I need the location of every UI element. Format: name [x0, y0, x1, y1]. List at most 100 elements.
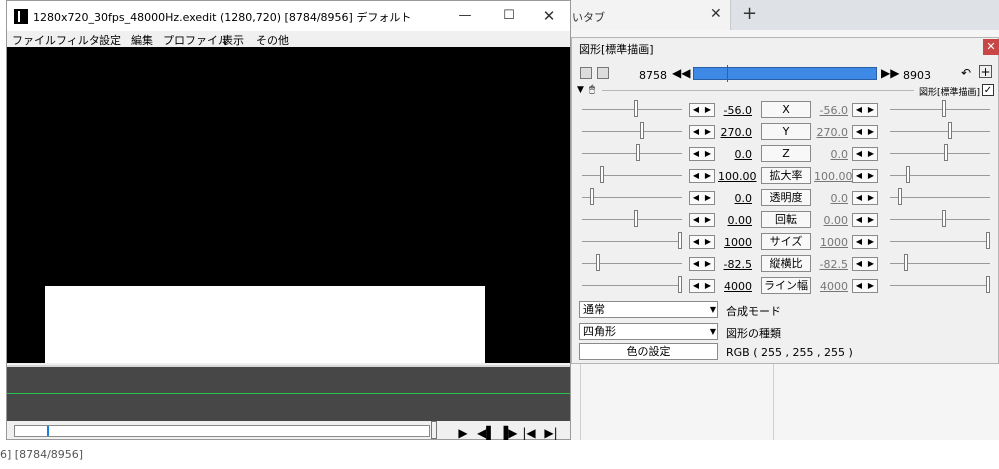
- start-slider-knob[interactable]: [600, 166, 604, 183]
- end-slider-track[interactable]: [890, 285, 990, 286]
- start-slider-knob[interactable]: [636, 144, 640, 161]
- start-slider-knob[interactable]: [634, 210, 638, 227]
- add-filter-button[interactable]: +: [979, 65, 992, 78]
- play-icon[interactable]: ▶: [455, 425, 471, 441]
- decrement-icon[interactable]: ◀: [690, 192, 702, 204]
- blend-mode-select[interactable]: 通常 ▼: [579, 301, 718, 318]
- param-button[interactable]: サイズ: [761, 233, 811, 250]
- start-value[interactable]: 0.0: [718, 148, 753, 161]
- end-slider-knob[interactable]: [944, 144, 948, 161]
- decrement-icon[interactable]: ◀: [690, 170, 702, 182]
- menu-other[interactable]: その他: [256, 32, 289, 48]
- decrement-icon[interactable]: ◀: [853, 214, 865, 226]
- seek-bar[interactable]: [14, 425, 430, 437]
- increment-icon[interactable]: ▶: [865, 104, 877, 116]
- param-button[interactable]: 縦横比: [761, 255, 811, 272]
- end-stepper[interactable]: ◀ ▶: [852, 235, 878, 249]
- start-value[interactable]: 1000: [718, 236, 752, 249]
- increment-icon[interactable]: ▶: [865, 214, 877, 226]
- increment-icon[interactable]: ▶: [865, 126, 877, 138]
- maximize-icon[interactable]: ☐: [489, 4, 529, 28]
- object-enable-checkbox[interactable]: ✓: [982, 84, 994, 96]
- start-stepper[interactable]: ◀ ▶: [689, 235, 715, 249]
- go-end-icon[interactable]: ▶|: [543, 425, 559, 441]
- decrement-icon[interactable]: ◀: [690, 258, 702, 270]
- end-stepper[interactable]: ◀ ▶: [852, 103, 878, 117]
- decrement-icon[interactable]: ◀: [853, 148, 865, 160]
- start-value[interactable]: 270.0: [718, 126, 753, 139]
- start-value[interactable]: 0.00: [718, 214, 753, 227]
- increment-icon[interactable]: ▶: [702, 214, 714, 226]
- start-stepper[interactable]: ◀ ▶: [689, 279, 715, 293]
- end-stepper[interactable]: ◀ ▶: [852, 125, 878, 139]
- start-slider-knob[interactable]: [596, 254, 600, 271]
- start-stepper[interactable]: ◀ ▶: [689, 213, 715, 227]
- param-button[interactable]: X: [761, 101, 811, 118]
- param-button[interactable]: 回転: [761, 211, 811, 228]
- end-slider-track[interactable]: [890, 241, 990, 242]
- panel-close-icon[interactable]: ✕: [983, 39, 999, 55]
- decrement-icon[interactable]: ◀: [690, 126, 702, 138]
- increment-icon[interactable]: ▶: [702, 148, 714, 160]
- start-slider-track[interactable]: [582, 109, 682, 110]
- start-stepper[interactable]: ◀ ▶: [689, 169, 715, 183]
- menu-view[interactable]: 表示: [222, 32, 244, 48]
- end-stepper[interactable]: ◀ ▶: [852, 147, 878, 161]
- start-value[interactable]: 4000: [718, 280, 752, 293]
- start-slider-track[interactable]: [582, 197, 682, 198]
- increment-icon[interactable]: ▶: [865, 236, 877, 248]
- color-settings-button[interactable]: 色の設定: [579, 343, 718, 360]
- end-slider-knob[interactable]: [898, 188, 902, 205]
- background-tab-close-icon[interactable]: ✕: [710, 6, 722, 22]
- shape-type-select[interactable]: 四角形 ▼: [579, 323, 718, 340]
- end-slider-track[interactable]: [890, 197, 990, 198]
- start-slider-knob[interactable]: [590, 188, 594, 205]
- increment-icon[interactable]: ▶: [702, 126, 714, 138]
- jump-end-icon[interactable]: ▶▶: [881, 66, 899, 80]
- start-slider-knob[interactable]: [640, 122, 644, 139]
- decrement-icon[interactable]: ◀: [690, 236, 702, 248]
- param-button[interactable]: 拡大率: [761, 167, 811, 184]
- increment-icon[interactable]: ▶: [865, 192, 877, 204]
- end-value[interactable]: -82.5: [814, 258, 848, 271]
- end-slider-knob[interactable]: [906, 166, 910, 183]
- increment-icon[interactable]: ▶: [702, 280, 714, 292]
- decrement-icon[interactable]: ◀: [853, 104, 865, 116]
- undo-icon[interactable]: ↶: [961, 66, 971, 80]
- end-slider-track[interactable]: [890, 109, 990, 110]
- end-stepper[interactable]: ◀ ▶: [852, 191, 878, 205]
- start-slider-knob[interactable]: [678, 276, 682, 293]
- start-stepper[interactable]: ◀ ▶: [689, 147, 715, 161]
- end-stepper[interactable]: ◀ ▶: [852, 169, 878, 183]
- decrement-icon[interactable]: ◀: [690, 280, 702, 292]
- end-value[interactable]: -56.0: [814, 104, 848, 117]
- close-icon[interactable]: ✕: [529, 4, 569, 28]
- end-slider-knob[interactable]: [942, 210, 946, 227]
- end-value[interactable]: 0.0: [814, 192, 849, 205]
- decrement-icon[interactable]: ◀: [853, 170, 865, 182]
- end-stepper[interactable]: ◀ ▶: [852, 257, 878, 271]
- end-value[interactable]: 0.0: [814, 148, 849, 161]
- end-stepper[interactable]: ◀ ▶: [852, 279, 878, 293]
- menu-settings[interactable]: 設定: [99, 32, 121, 48]
- start-stepper[interactable]: ◀ ▶: [689, 103, 715, 117]
- start-slider-track[interactable]: [582, 175, 682, 176]
- end-slider-knob[interactable]: [986, 232, 990, 249]
- end-value[interactable]: 100.00: [814, 170, 853, 183]
- mouse-icon[interactable]: 🖱: [589, 84, 595, 95]
- increment-icon[interactable]: ▶: [865, 148, 877, 160]
- decrement-icon[interactable]: ◀: [853, 126, 865, 138]
- increment-icon[interactable]: ▶: [702, 258, 714, 270]
- end-stepper[interactable]: ◀ ▶: [852, 213, 878, 227]
- title-bar[interactable]: 1280x720_30fps_48000Hz.exedit (1280,720)…: [7, 1, 570, 31]
- menu-edit[interactable]: 編集: [131, 32, 153, 48]
- start-slider-knob[interactable]: [634, 100, 638, 117]
- increment-icon[interactable]: ▶: [702, 170, 714, 182]
- menu-profile[interactable]: プロファイル: [163, 32, 229, 48]
- next-frame-icon[interactable]: ▐▶: [499, 425, 517, 441]
- end-value[interactable]: 4000: [814, 280, 848, 293]
- decrement-icon[interactable]: ◀: [690, 148, 702, 160]
- end-value[interactable]: 0.00: [814, 214, 849, 227]
- increment-icon[interactable]: ▶: [702, 192, 714, 204]
- seek-thumb[interactable]: [431, 421, 437, 439]
